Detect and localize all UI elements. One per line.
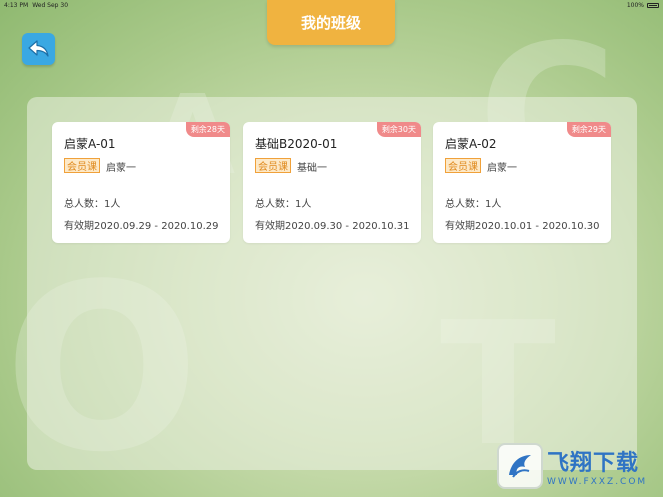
class-card[interactable]: 剩余29天 启蒙A-02 会员课 启蒙一 总人数：1人 有效期2020.10.0…: [433, 122, 611, 243]
class-validity: 有效期2020.10.01 - 2020.10.30: [445, 221, 600, 232]
class-type-tag: 会员课: [64, 158, 100, 173]
class-level: 基础一: [297, 163, 327, 174]
class-level: 启蒙一: [487, 163, 517, 174]
remaining-days-badge: 剩余28天: [185, 122, 230, 137]
watermark-logo-icon: [497, 443, 543, 489]
watermark-title: 飞翔下载: [547, 451, 640, 476]
battery-icon: [647, 2, 659, 8]
class-validity: 有效期2020.09.29 - 2020.10.29: [64, 221, 219, 232]
back-button[interactable]: [22, 33, 55, 65]
class-name: 启蒙A-01: [64, 137, 116, 151]
remaining-days-badge: 剩余30天: [376, 122, 421, 137]
back-arrow-icon: [27, 40, 49, 57]
status-time: 4:13 PM: [4, 1, 29, 9]
class-level: 启蒙一: [106, 163, 136, 174]
class-student-count: 总人数：1人: [64, 199, 121, 210]
class-student-count: 总人数：1人: [255, 199, 312, 210]
class-name: 基础B2020-01: [255, 137, 338, 151]
status-date: Wed Sep 30: [32, 1, 69, 9]
class-student-count: 总人数：1人: [445, 199, 502, 210]
remaining-days-badge: 剩余29天: [566, 122, 611, 137]
class-card[interactable]: 剩余28天 启蒙A-01 会员课 启蒙一 总人数：1人 有效期2020.09.2…: [52, 122, 230, 243]
class-type-tag: 会员课: [255, 158, 291, 173]
watermark-subtitle: WWW.FXXZ.COM: [547, 477, 648, 487]
class-type-tag: 会员课: [445, 158, 481, 173]
class-card[interactable]: 剩余30天 基础B2020-01 会员课 基础一 总人数：1人 有效期2020.…: [243, 122, 421, 243]
page-title: 我的班级: [267, 0, 395, 45]
status-battery-text: 100%: [626, 1, 644, 9]
watermark: 飞翔下载 WWW.FXXZ.COM: [497, 437, 660, 495]
class-validity: 有效期2020.09.30 - 2020.10.31: [255, 221, 410, 232]
class-name: 启蒙A-02: [445, 137, 497, 151]
